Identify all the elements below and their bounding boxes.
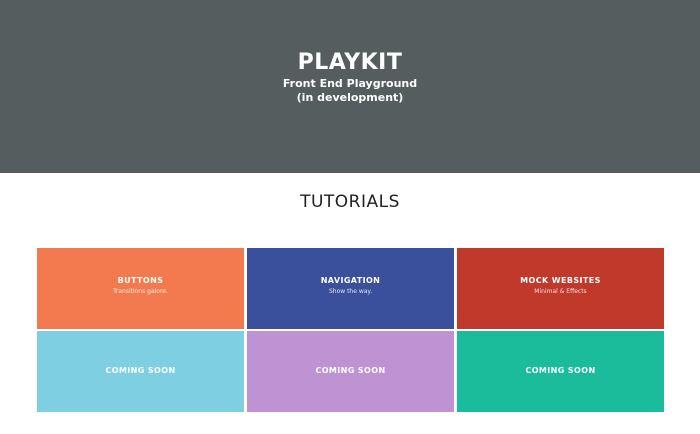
tile-title: COMING SOON	[315, 366, 386, 375]
subtitle-line-1: Front End Playground	[282, 77, 418, 90]
tutorials-grid: BUTTONS Transitions galore. NAVIGATION S…	[36, 247, 664, 413]
tile-title: COMING SOON	[525, 366, 596, 375]
tile-title: NAVIGATION	[320, 276, 381, 285]
tile-buttons[interactable]: BUTTONS Transitions galore.	[37, 248, 244, 329]
tile-coming-soon-2[interactable]: COMING SOON	[247, 331, 454, 412]
site-subtitle: Front End Playground (in development)	[0, 77, 700, 105]
tile-subtitle: Show the way.	[328, 288, 373, 295]
subtitle-line-2: (in development)	[296, 91, 404, 104]
tile-navigation[interactable]: NAVIGATION Show the way.	[247, 248, 454, 329]
section-title: TUTORIALS	[300, 192, 400, 212]
tile-title: BUTTONS	[117, 276, 164, 285]
tile-subtitle: Transitions galore.	[113, 288, 168, 295]
tile-title: MOCK WEBSITES	[520, 276, 601, 285]
tile-mock-websites[interactable]: MOCK WEBSITES Minimal & Effects	[457, 248, 664, 329]
tile-title: COMING SOON	[105, 366, 176, 375]
tile-coming-soon-1[interactable]: COMING SOON	[37, 331, 244, 412]
tile-coming-soon-3[interactable]: COMING SOON	[457, 331, 664, 412]
site-title: PLAYKIT	[297, 50, 403, 75]
hero-banner: PLAYKIT Front End Playground (in develop…	[0, 0, 700, 173]
tile-subtitle: Minimal & Effects	[534, 288, 587, 295]
